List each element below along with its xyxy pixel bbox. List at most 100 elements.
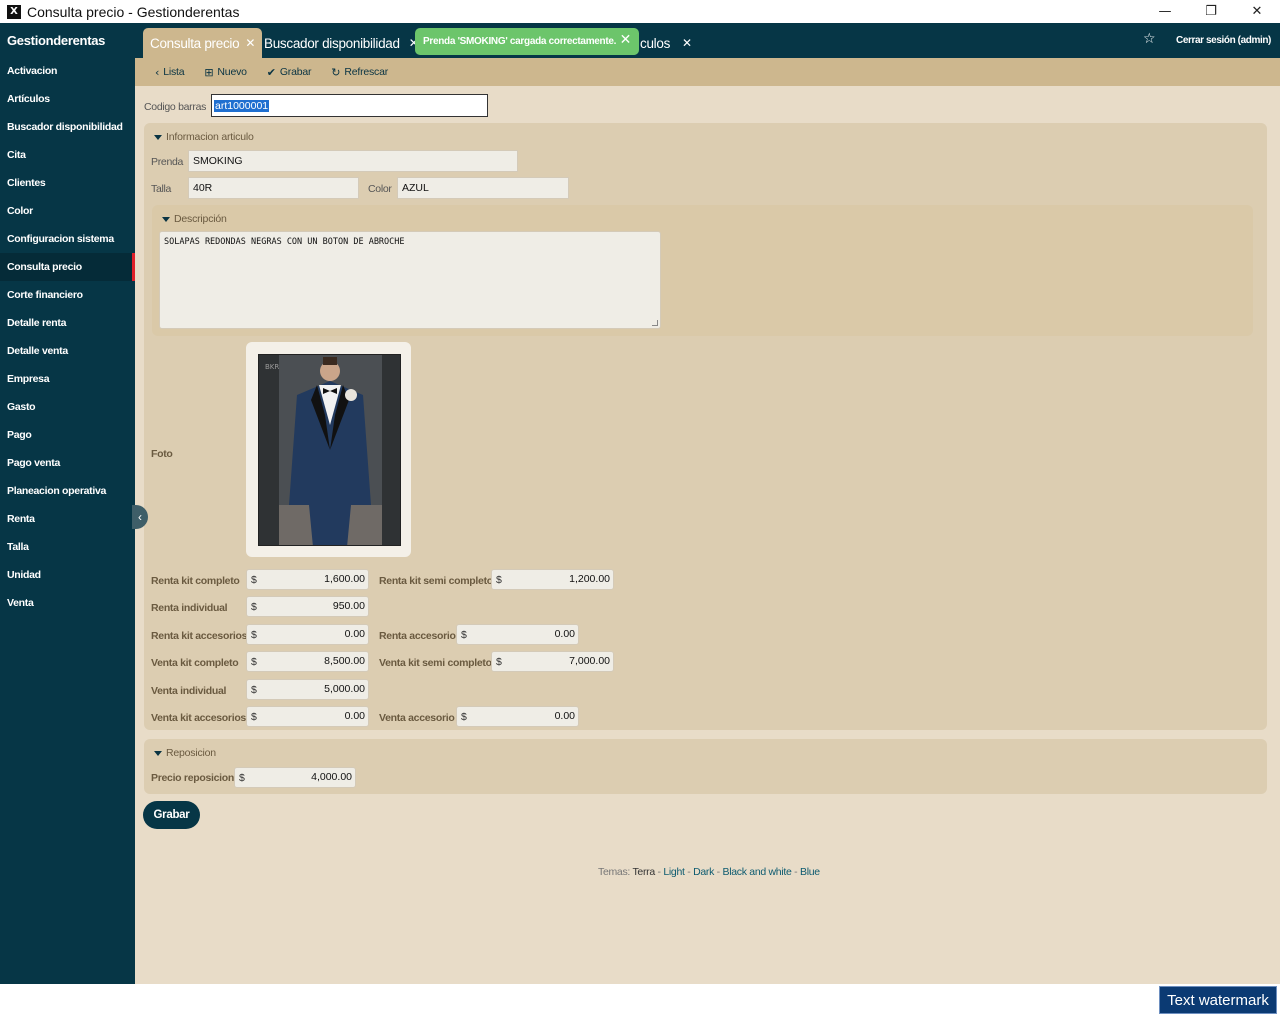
sidebar-item-configuracion-sistema[interactable]: Configuracion sistema bbox=[0, 225, 135, 253]
talla-field[interactable]: 40R bbox=[188, 177, 359, 199]
renta-kit-completo-label: Renta kit completo bbox=[151, 575, 240, 587]
tab-label: Buscador disponibilidad bbox=[264, 35, 400, 51]
sidebar-item-unidad[interactable]: Unidad bbox=[0, 561, 135, 589]
currency-symbol: $ bbox=[251, 574, 257, 586]
new-button[interactable]: ⊞ Nuevo bbox=[204, 66, 247, 79]
refresh-icon: ↻ bbox=[331, 65, 341, 79]
save-button-label: Grabar bbox=[279, 66, 312, 78]
tab-consulta-precio[interactable]: Consulta precio ✕ bbox=[143, 28, 263, 58]
repo-section-toggle[interactable]: Reposicion bbox=[154, 747, 216, 759]
close-toast-icon[interactable]: ✕ bbox=[620, 32, 632, 48]
refresh-button-label: Refrescar bbox=[344, 66, 389, 78]
venta-kit-semi-value: 7,000.00 bbox=[569, 655, 610, 667]
color-label: Color bbox=[368, 183, 392, 195]
minimize-icon[interactable]: — bbox=[1142, 0, 1188, 23]
venta-accesorio-field[interactable]: $ 0.00 bbox=[456, 706, 579, 727]
save-button[interactable]: ✔ Grabar bbox=[267, 66, 312, 79]
caret-down-icon bbox=[154, 134, 162, 140]
currency-symbol: $ bbox=[496, 574, 502, 586]
sidebar-item-planeacion-operativa[interactable]: Planeacion operativa bbox=[0, 477, 135, 505]
talla-label: Talla bbox=[151, 183, 172, 195]
currency-symbol: $ bbox=[461, 711, 467, 723]
renta-kit-semi-field[interactable]: $ 1,200.00 bbox=[491, 569, 614, 590]
description-textarea[interactable]: SOLAPAS REDONDAS NEGRAS CON UN BOTON DE … bbox=[159, 231, 661, 329]
theme-light-link[interactable]: Light bbox=[663, 866, 685, 878]
close-tab-icon[interactable]: ✕ bbox=[245, 36, 255, 50]
refresh-button[interactable]: ↻ Refrescar bbox=[331, 66, 388, 79]
sidebar-item-consulta-precio[interactable]: Consulta precio bbox=[0, 253, 135, 281]
currency-symbol: $ bbox=[251, 629, 257, 641]
sidebar-item-empresa[interactable]: Empresa bbox=[0, 365, 135, 393]
garment-photo[interactable]: BKR bbox=[258, 354, 401, 546]
venta-accesorio-label: Venta accesorio bbox=[379, 712, 455, 724]
sidebar-item-pago-venta[interactable]: Pago venta bbox=[0, 449, 135, 477]
sidebar-item-cita[interactable]: Cita bbox=[0, 141, 135, 169]
sidebar-item-buscador-disponibilidad[interactable]: Buscador disponibilidad bbox=[0, 113, 135, 141]
barcode-label: Codigo barras bbox=[144, 101, 207, 113]
renta-accesorio-value: 0.00 bbox=[554, 628, 575, 640]
theme-blue-link[interactable]: Blue bbox=[800, 866, 820, 878]
currency-symbol: $ bbox=[461, 629, 467, 641]
brand-logo[interactable]: Gestionderentas bbox=[0, 23, 135, 57]
close-icon[interactable]: ✕ bbox=[1234, 0, 1280, 23]
repo-panel: Reposicion Precio reposicion $ 4,000.00 bbox=[144, 739, 1267, 794]
sidebar-item-talla[interactable]: Talla bbox=[0, 533, 135, 561]
sidebar-item-gasto[interactable]: Gasto bbox=[0, 393, 135, 421]
tuxedo-illustration: BKR bbox=[259, 355, 400, 545]
main-content: Codigo barras art1000001 Informacion art… bbox=[135, 86, 1280, 984]
repo-value: 4,000.00 bbox=[311, 771, 352, 783]
venta-kit-completo-field[interactable]: $ 8,500.00 bbox=[246, 651, 369, 672]
theme-dark-link[interactable]: Dark bbox=[693, 866, 714, 878]
renta-individual-label: Renta individual bbox=[151, 602, 228, 614]
venta-individual-field[interactable]: $ 5,000.00 bbox=[246, 679, 369, 700]
sidebar-item-renta[interactable]: Renta bbox=[0, 505, 135, 533]
grabar-button[interactable]: Grabar bbox=[143, 801, 200, 829]
venta-kit-accesorios-field[interactable]: $ 0.00 bbox=[246, 706, 369, 727]
sidebar-item-venta[interactable]: Venta bbox=[0, 589, 135, 617]
sidebar-item-corte-financiero[interactable]: Corte financiero bbox=[0, 281, 135, 309]
renta-accesorio-label: Renta accesorio bbox=[379, 630, 456, 642]
foto-label: Foto bbox=[151, 448, 173, 460]
sidebar-item-detalle-venta[interactable]: Detalle venta bbox=[0, 337, 135, 365]
sidebar-item-detalle-renta[interactable]: Detalle renta bbox=[0, 309, 135, 337]
prenda-field[interactable]: SMOKING bbox=[188, 150, 518, 172]
theme-bw-link[interactable]: Black and white bbox=[723, 866, 792, 878]
currency-symbol: $ bbox=[251, 656, 257, 668]
svg-text:BKR: BKR bbox=[265, 363, 279, 371]
window-title: Consulta precio - Gestionderentas bbox=[27, 3, 240, 20]
logout-link[interactable]: Cerrar sesión (admin) bbox=[1176, 35, 1271, 46]
renta-kit-completo-field[interactable]: $ 1,600.00 bbox=[246, 569, 369, 590]
description-section-title: Descripción bbox=[174, 213, 227, 225]
sidebar-item-pago[interactable]: Pago bbox=[0, 421, 135, 449]
color-field[interactable]: AZUL bbox=[397, 177, 569, 199]
sidebar-item-color[interactable]: Color bbox=[0, 197, 135, 225]
venta-kit-accesorios-label: Venta kit accesorios bbox=[151, 712, 246, 724]
star-icon[interactable]: ☆ bbox=[1143, 31, 1156, 47]
info-section-toggle[interactable]: Informacion articulo bbox=[154, 131, 254, 143]
barcode-input[interactable]: art1000001 bbox=[211, 94, 488, 117]
tab-buscador-disponibilidad[interactable]: Buscador disponibilidad ✕ bbox=[264, 28, 419, 58]
renta-kit-accesorios-field[interactable]: $ 0.00 bbox=[246, 624, 369, 645]
repo-field[interactable]: $ 4,000.00 bbox=[234, 767, 356, 788]
close-tab-icon[interactable]: ✕ bbox=[682, 36, 692, 50]
restore-icon[interactable]: ❐ bbox=[1188, 0, 1234, 23]
app-icon: X bbox=[7, 4, 21, 19]
renta-accesorio-field[interactable]: $ 0.00 bbox=[456, 624, 579, 645]
venta-kit-semi-field[interactable]: $ 7,000.00 bbox=[491, 651, 614, 672]
venta-kit-completo-value: 8,500.00 bbox=[324, 655, 365, 667]
currency-symbol: $ bbox=[251, 601, 257, 613]
tab-label: culos bbox=[640, 35, 671, 51]
sidebar-item-clientes[interactable]: Clientes bbox=[0, 169, 135, 197]
success-toast: Prenda 'SMOKING' cargada correctamente. … bbox=[415, 28, 639, 55]
sidebar-item-activacion[interactable]: Activacion bbox=[0, 57, 135, 85]
resize-handle-icon[interactable] bbox=[652, 320, 658, 326]
tab-label: Consulta precio bbox=[150, 35, 240, 51]
list-button[interactable]: ‹ Lista bbox=[155, 66, 185, 79]
themes-label: Temas: bbox=[598, 866, 631, 878]
tab-articulos[interactable]: culos ✕ bbox=[640, 28, 692, 58]
renta-individual-field[interactable]: $ 950.00 bbox=[246, 596, 369, 617]
description-panel: Descripción SOLAPAS REDONDAS NEGRAS CON … bbox=[152, 205, 1253, 336]
currency-symbol: $ bbox=[251, 711, 257, 723]
sidebar-item-articulos[interactable]: Artículos bbox=[0, 85, 135, 113]
description-section-toggle[interactable]: Descripción bbox=[162, 213, 227, 225]
